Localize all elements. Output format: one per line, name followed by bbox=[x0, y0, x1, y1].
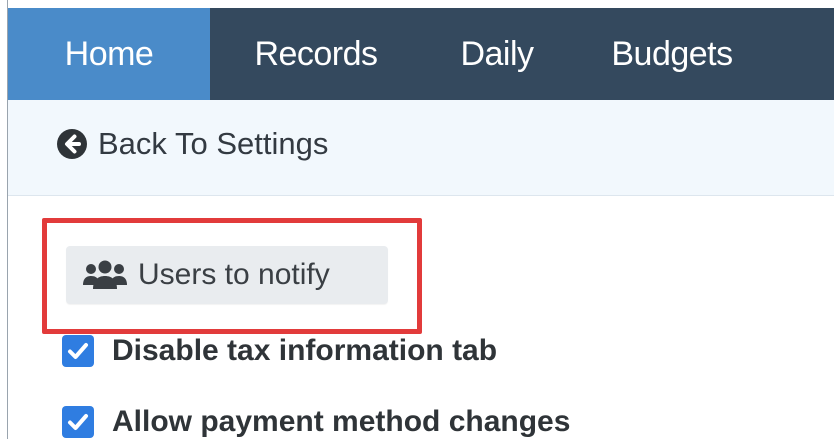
tab-budgets[interactable]: Budgets bbox=[572, 8, 772, 100]
tab-records-label: Records bbox=[254, 34, 378, 73]
tab-daily-label: Daily bbox=[460, 34, 534, 73]
back-to-settings-label: Back To Settings bbox=[98, 126, 329, 161]
allow-payment-method-option: Allow payment method changes bbox=[62, 405, 570, 439]
disable-tax-info-checkbox[interactable] bbox=[62, 335, 94, 367]
checkmark-icon bbox=[68, 343, 88, 359]
disable-tax-info-label: Disable tax information tab bbox=[112, 334, 498, 367]
allow-payment-method-label: Allow payment method changes bbox=[112, 405, 571, 438]
tab-budgets-label: Budgets bbox=[611, 34, 733, 73]
window-edge bbox=[0, 0, 8, 439]
users-to-notify-label: Users to notify bbox=[138, 258, 330, 291]
tab-records[interactable]: Records bbox=[210, 8, 422, 100]
disable-tax-info-option: Disable tax information tab bbox=[62, 334, 497, 368]
top-navbar: Home Records Daily Budgets bbox=[8, 8, 834, 100]
checkmark-icon bbox=[68, 414, 88, 430]
users-icon bbox=[83, 260, 127, 289]
users-to-notify-button[interactable]: Users to notify bbox=[66, 246, 388, 304]
tab-daily[interactable]: Daily bbox=[422, 8, 572, 100]
tab-home-label: Home bbox=[64, 34, 154, 73]
app-window: Home Records Daily Budgets Back To Setti… bbox=[0, 0, 834, 439]
back-to-settings-link[interactable]: Back To Settings bbox=[56, 126, 328, 162]
allow-payment-method-checkbox[interactable] bbox=[62, 406, 94, 438]
arrow-circle-left-icon bbox=[57, 129, 87, 159]
tab-home[interactable]: Home bbox=[8, 8, 210, 100]
